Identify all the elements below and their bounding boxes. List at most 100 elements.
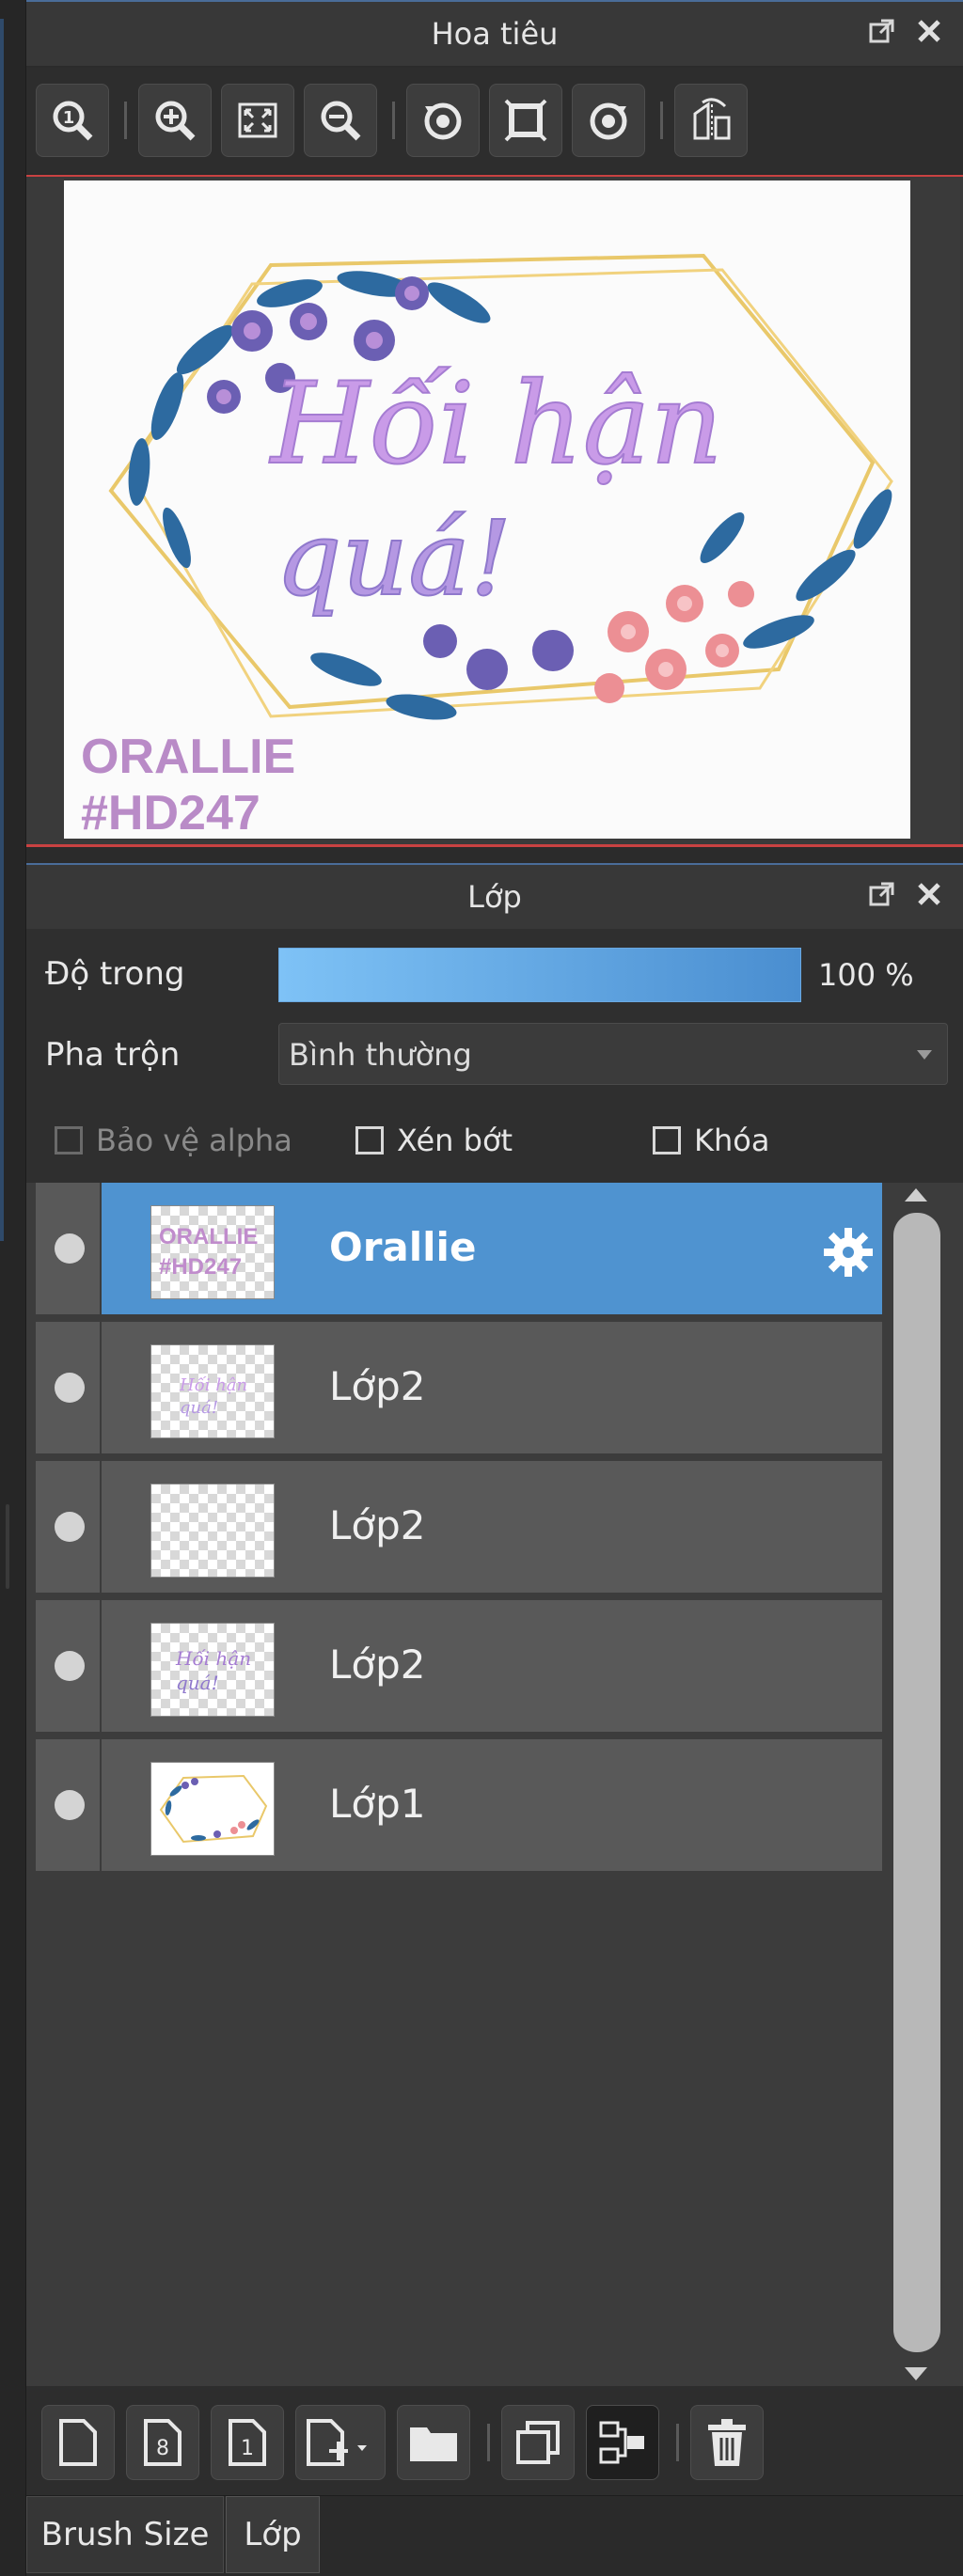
layer-row[interactable]: Hối hận quá! Lớp2 xyxy=(36,1600,882,1736)
zoom-in-icon[interactable] xyxy=(138,84,212,157)
visibility-toggle[interactable] xyxy=(36,1461,102,1593)
thumb-text: Hối hận xyxy=(179,1375,247,1395)
close-icon[interactable] xyxy=(914,880,944,910)
layer-properties: Độ trong 100 % Pha trộn Bình thường Bảo … xyxy=(26,929,963,1183)
popout-icon[interactable] xyxy=(867,880,897,910)
merge-down-icon[interactable] xyxy=(586,2405,659,2480)
visibility-dot-icon xyxy=(55,1790,85,1820)
visibility-toggle[interactable] xyxy=(36,1739,102,1871)
zoom-out-icon[interactable] xyxy=(304,84,377,157)
right-panel: Hoa tiêu 1 Hối hận quá! ORALLIE #HD247 L… xyxy=(26,0,963,2576)
layer-row[interactable]: ORALLIE #HD247 Orallie xyxy=(36,1183,882,1318)
layer-name: Lớp2 xyxy=(329,1363,426,1409)
close-icon[interactable] xyxy=(914,17,944,47)
thumb-text: Hối hận xyxy=(175,1647,251,1670)
layers-title: Lớp xyxy=(467,879,522,915)
navigator-title: Hoa tiêu xyxy=(431,16,559,52)
delete-layer-icon[interactable] xyxy=(690,2405,764,2480)
layer-list-scrollbar[interactable] xyxy=(888,1183,944,2386)
preview-watermark-2: #HD247 xyxy=(81,786,260,839)
toolbar-separator xyxy=(124,102,127,139)
layers-title-bar: Lớp xyxy=(26,863,963,929)
toolbar-separator xyxy=(676,2424,679,2461)
layer-row[interactable]: Hối hận quá! Lớp2 xyxy=(36,1322,882,1457)
scroll-up-icon[interactable] xyxy=(905,1188,927,1202)
layer-list: ORALLIE #HD247 Orallie Hối hận quá! Lớp2 xyxy=(26,1183,963,2386)
opacity-slider[interactable] xyxy=(278,948,801,1002)
layer-name: Lớp2 xyxy=(329,1502,426,1548)
protect-alpha-label: Bảo vệ alpha xyxy=(96,1123,292,1158)
toolbar-separator xyxy=(660,102,663,139)
toolbar-separator xyxy=(487,2424,490,2461)
preview-artwork: Hối hận quá! ORALLIE #HD247 xyxy=(81,253,893,839)
lock-checkbox[interactable]: Khóa xyxy=(653,1123,769,1158)
thumb-text: quá! xyxy=(176,1672,219,1694)
svg-text:1: 1 xyxy=(63,108,75,128)
layer-thumbnail xyxy=(150,1762,275,1856)
panel-tabs: Brush Size Lớp xyxy=(26,2495,963,2576)
preview-title-line2: quá! xyxy=(276,498,512,619)
layer-name: Lớp2 xyxy=(329,1641,426,1688)
layer-row[interactable]: Lớp1 xyxy=(36,1739,882,1875)
rotate-right-icon[interactable] xyxy=(572,84,645,157)
protect-alpha-checkbox[interactable]: Bảo vệ alpha xyxy=(55,1123,292,1158)
rotate-left-icon[interactable] xyxy=(406,84,480,157)
blend-label: Pha trộn xyxy=(45,1036,181,1074)
tab-brush-size-label: Brush Size xyxy=(40,2516,210,2553)
layer-thumbnail: ORALLIE #HD247 xyxy=(150,1205,275,1299)
layer-thumbnail: Hối hận quá! xyxy=(150,1344,275,1438)
add-layer-menu-icon[interactable] xyxy=(295,2405,386,2480)
canvas-thumbnail: Hối hận quá! ORALLIE #HD247 xyxy=(64,181,910,839)
visibility-dot-icon xyxy=(55,1512,85,1542)
blend-mode-value: Bình thường xyxy=(289,1037,472,1073)
clipping-checkbox[interactable]: Xén bớt xyxy=(355,1123,513,1158)
zoom-actual-icon[interactable]: 1 xyxy=(36,84,109,157)
layer-thumbnail: Hối hận quá! xyxy=(150,1623,275,1717)
flip-icon[interactable] xyxy=(674,84,748,157)
dock-edge xyxy=(0,19,4,1241)
preview-bottom-border xyxy=(26,844,963,847)
duplicate-layer-icon[interactable] xyxy=(501,2405,575,2480)
visibility-toggle[interactable] xyxy=(36,1183,102,1314)
checkbox-box xyxy=(653,1126,681,1154)
checkbox-box xyxy=(355,1126,384,1154)
navigator-toolbar: 1 xyxy=(26,68,963,173)
visibility-dot-icon xyxy=(55,1233,85,1264)
tab-brush-size[interactable]: Brush Size xyxy=(26,2496,224,2573)
fit-window-icon[interactable] xyxy=(221,84,294,157)
tab-layer[interactable]: Lớp xyxy=(226,2496,320,2573)
layer-thumbnail xyxy=(150,1484,275,1578)
layer-toolbar: 8 1 xyxy=(26,2386,963,2499)
new-8bit-layer-icon[interactable]: 8 xyxy=(126,2405,199,2480)
thumb-text: #HD247 xyxy=(159,1254,242,1280)
gear-icon[interactable] xyxy=(822,1226,875,1279)
toolbar-separator xyxy=(392,102,395,139)
visibility-dot-icon xyxy=(55,1651,85,1681)
visibility-toggle[interactable] xyxy=(36,1600,102,1732)
thumb-text: ORALLIE xyxy=(159,1224,258,1249)
scroll-down-icon[interactable] xyxy=(905,2367,927,2380)
opacity-label: Độ trong xyxy=(45,955,185,993)
blend-mode-select[interactable]: Bình thường xyxy=(278,1023,948,1085)
visibility-dot-icon xyxy=(55,1373,85,1403)
layer-name: Lớp1 xyxy=(329,1781,426,1827)
navigator-preview[interactable]: Hối hận quá! ORALLIE #HD247 xyxy=(26,177,963,844)
left-dock-strip xyxy=(0,0,26,2576)
svg-text:8: 8 xyxy=(156,2437,169,2460)
preview-watermark-1: ORALLIE xyxy=(81,730,295,784)
lock-label: Khóa xyxy=(694,1123,770,1158)
fit-canvas-icon[interactable] xyxy=(489,84,562,157)
chevron-down-icon xyxy=(917,1050,932,1060)
opacity-value: 100 % xyxy=(818,957,914,993)
new-folder-icon[interactable] xyxy=(397,2405,470,2480)
layer-row[interactable]: Lớp2 xyxy=(36,1461,882,1596)
thumb-text: quá! xyxy=(180,1398,218,1418)
dock-grip[interactable] xyxy=(6,1504,9,1589)
popout-icon[interactable] xyxy=(867,17,897,47)
new-1bit-layer-icon[interactable]: 1 xyxy=(211,2405,284,2480)
checkbox-box xyxy=(55,1126,83,1154)
new-layer-icon[interactable] xyxy=(41,2405,115,2480)
clipping-label: Xén bớt xyxy=(397,1123,513,1158)
scrollbar-thumb[interactable] xyxy=(893,1213,940,2352)
visibility-toggle[interactable] xyxy=(36,1322,102,1453)
